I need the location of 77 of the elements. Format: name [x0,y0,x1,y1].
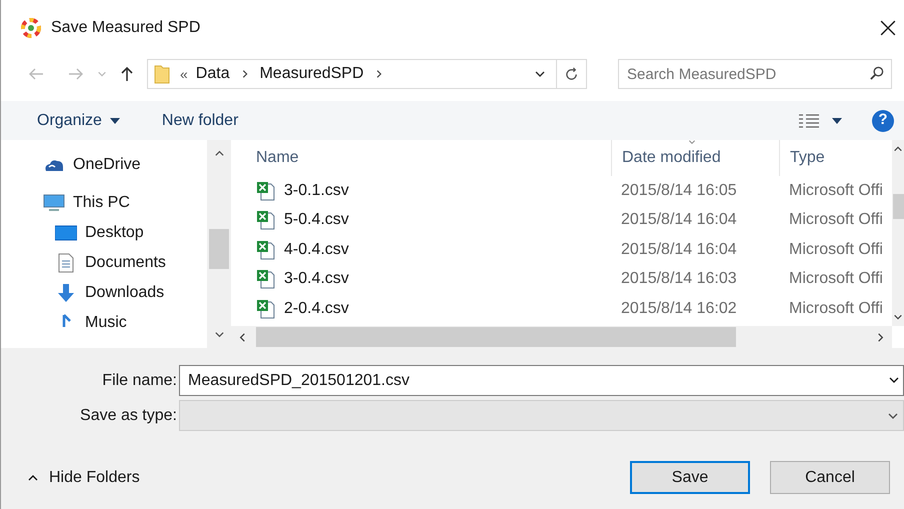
type-cell-text: Microsoft Offi [788,269,884,290]
save-button[interactable]: Save [630,461,750,494]
scroll-down-icon [893,312,903,322]
type-cell-text: Microsoft Offi [788,180,884,201]
type-cell-text: Microsoft Offi [788,240,884,260]
scroll-thumb[interactable] [209,229,229,269]
file-row[interactable]: 2-0.4.csv 2015/8/14 16:02 Microsoft Offi [231,294,892,324]
sidebar-item[interactable]: Desktop [1,218,207,248]
date-cell-text: 2015/8/14 16:04 [620,210,738,230]
spreadsheet-file-icon [256,210,276,230]
back-arrow-icon[interactable] [27,66,45,82]
type-cell-text: Microsoft Offi [788,298,884,319]
sidebar-item[interactable]: Documents [1,248,207,278]
scroll-thumb[interactable] [893,194,904,219]
scroll-right-icon [875,332,886,342]
file-row[interactable]: 3-0.4.csv 2015/8/14 16:03 Microsoft Offi [231,264,892,294]
search-field[interactable]: Search MeasuredSPD [618,59,892,89]
app-logo-icon [21,18,41,38]
search-icon [869,66,884,81]
recent-dropdown-icon [97,69,107,79]
date-cell-text: 2015/8/14 16:03 [620,269,738,290]
overflow-chevron[interactable]: « [180,64,188,84]
spreadsheet-file-icon [256,180,276,201]
field-label: Save as type: [79,406,178,426]
file-row[interactable]: 5-0.4.csv 2015/8/14 16:04 Microsoft Offi [231,206,892,235]
help-button[interactable]: ? [872,110,894,132]
scroll-thumb[interactable] [256,327,736,347]
column-header[interactable]: Name [231,140,611,176]
file-name: 2-0.4.csv [284,298,349,319]
document-icon [58,253,74,273]
cancel-button[interactable]: Cancel [770,461,890,494]
refresh-icon[interactable] [564,66,579,82]
sort-indicator-icon [687,138,697,146]
window-title: Save Measured SPD [51,18,200,38]
field-label: File name: [101,370,178,390]
hide-folders-button[interactable]: Hide Folders [27,466,140,490]
sidebar-scrollbar[interactable] [207,140,231,348]
address-bar[interactable]: « Data MeasuredSPD [147,59,587,89]
sidebar-item[interactable]: Music [1,308,207,338]
sidebar-item[interactable]: Downloads [1,278,207,308]
list-scrollbar[interactable] [892,140,904,326]
column-header[interactable]: Date modified [611,140,779,176]
spreadsheet-file-icon [256,298,276,319]
file-row[interactable]: 4-0.4.csv 2015/8/14 16:04 Microsoft Offi [231,235,892,264]
spreadsheet-file-icon [256,240,276,260]
desktop-icon [55,225,77,241]
scroll-left-icon [237,332,248,342]
caret-icon [110,118,120,124]
date-cell-text: 2015/8/14 16:02 [620,298,738,319]
scroll-down-icon [214,329,224,340]
up-arrow-icon[interactable] [119,65,135,83]
down-arrow-icon [56,283,76,303]
folder-icon [154,63,170,85]
close-icon[interactable] [880,20,896,36]
breadcrumb[interactable]: Data [196,62,230,86]
date-cell-text: 2015/8/14 16:05 [620,180,738,201]
scroll-up-icon [893,144,903,154]
forward-arrow-icon[interactable] [67,66,85,82]
type-cell-text: Microsoft Offi [788,210,884,230]
sidebar-item[interactable]: OneDrive [1,150,207,180]
file-type-dropdown[interactable] [179,400,904,431]
new-folder-button[interactable]: New folder [162,108,238,132]
file-name: 5-0.4.csv [284,210,349,230]
sidebar-item[interactable]: This PC [1,188,207,218]
file-name-field[interactable]: MeasuredSPD_201501201.csv [179,365,904,396]
file-name: 3-0.1.csv [284,180,349,201]
file-name: 4-0.4.csv [284,240,349,260]
organize-button[interactable]: Organize [37,108,120,132]
breadcrumb[interactable]: MeasuredSPD [260,62,364,86]
spreadsheet-file-icon [256,269,276,290]
view-list-icon[interactable] [798,112,820,128]
caret-icon[interactable] [832,118,842,124]
file-name: 3-0.4.csv [284,269,349,290]
horizontal-scrollbar[interactable] [231,326,892,348]
date-cell-text: 2015/8/14 16:04 [620,240,738,260]
file-row[interactable]: 3-0.1.csv 2015/8/14 16:05 Microsoft Offi [231,176,892,206]
monitor-icon [43,194,65,212]
